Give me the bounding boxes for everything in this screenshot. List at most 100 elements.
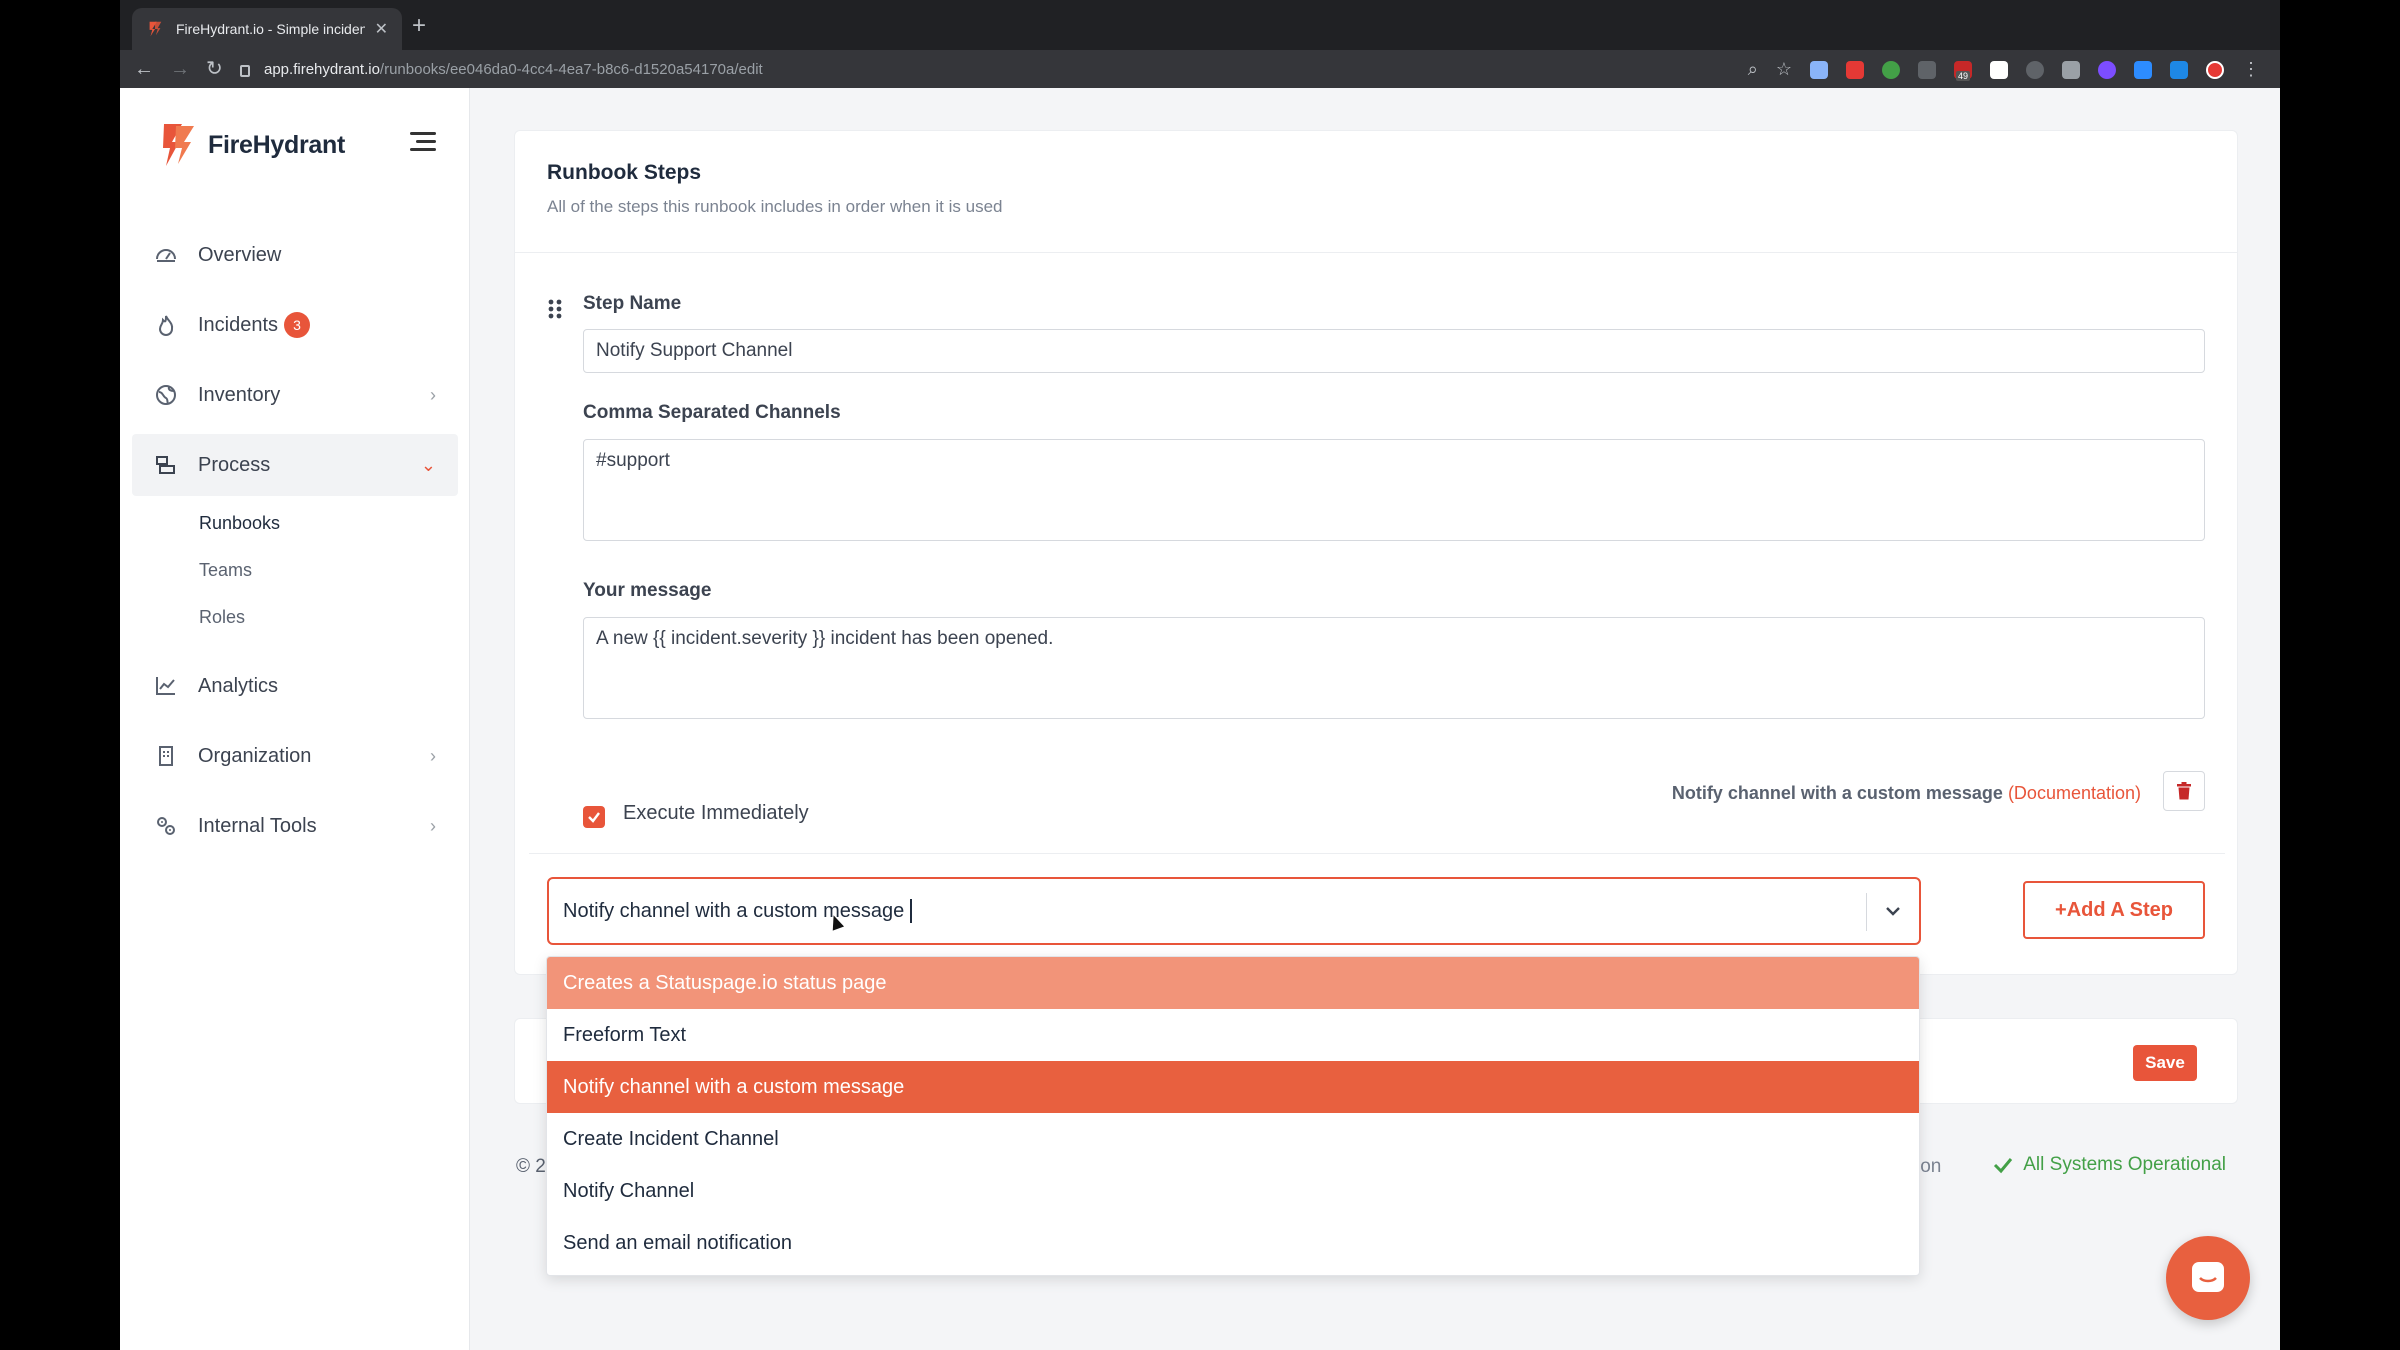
step-type-text: Notify channel with a custom message	[1671, 783, 2003, 803]
system-status[interactable]: All Systems Operational	[1993, 1154, 2226, 1176]
documentation-link[interactable]: (Documentation)	[2008, 783, 2141, 803]
dropdown-option[interactable]: Freeform Text	[547, 1009, 1919, 1061]
zoom-icon[interactable]: ⌕	[1748, 59, 1758, 80]
gauge-icon	[154, 243, 178, 267]
footer-copyright: © 2	[516, 1156, 546, 1177]
url-host: app.firehydrant.io	[264, 60, 380, 78]
sidebar-item-organization[interactable]: Organization ›	[132, 725, 458, 787]
sidebar-item-internal-tools[interactable]: Internal Tools ›	[132, 795, 458, 857]
chevron-right-icon: ›	[430, 745, 436, 766]
runbook-steps-card: Runbook Steps All of the steps this runb…	[514, 130, 2238, 975]
trash-icon	[2177, 782, 2191, 800]
channels-textarea[interactable]: #support	[583, 439, 2205, 541]
execute-immediately-label: Execute Immediately	[623, 802, 809, 824]
message-label: Your message	[583, 580, 712, 601]
lock-icon	[240, 65, 250, 77]
info-icon[interactable]	[2026, 60, 2044, 79]
sidebar-subitem-roles[interactable]: Roles	[199, 594, 458, 641]
extension-icon[interactable]	[1810, 60, 1828, 79]
step-name-label: Step Name	[583, 293, 682, 314]
dropdown-option[interactable]: Notify Channel	[547, 1165, 1919, 1217]
back-icon[interactable]: ←	[134, 56, 154, 82]
sidebar-item-process[interactable]: Process ⌄	[132, 434, 458, 496]
step-type-select[interactable]: Notify channel with a custom message	[547, 877, 1921, 945]
card-header: Runbook Steps All of the steps this runb…	[515, 131, 2237, 253]
sidebar-item-label: Inventory	[198, 383, 281, 406]
building-icon	[154, 744, 178, 768]
new-tab-button[interactable]: +	[412, 12, 426, 40]
sidebar-subitem-runbooks[interactable]: Runbooks	[199, 500, 458, 547]
brand[interactable]: FireHydrant	[154, 120, 345, 170]
extension-icon[interactable]	[2170, 60, 2188, 79]
process-subnav: Runbooks Teams Roles	[132, 500, 458, 641]
chevron-right-icon: ›	[430, 384, 436, 405]
chevron-down-icon: ⌄	[420, 454, 436, 475]
browser-menu-icon[interactable]: ⋮	[2242, 59, 2260, 80]
text-caret	[910, 899, 913, 923]
dropdown-option[interactable]: Send an email notification	[547, 1217, 1919, 1269]
firehydrant-favicon-icon	[149, 21, 162, 37]
extension-icon[interactable]	[2098, 60, 2116, 79]
step-type-dropdown: Creates a Statuspage.io status page Free…	[546, 956, 1920, 1276]
dropdown-option[interactable]: Create Incident Channel	[547, 1113, 1919, 1165]
browser-window: FireHydrant.io - Simple incident ✕ + ← →…	[120, 0, 2280, 1350]
pocket-icon[interactable]	[1918, 60, 1936, 79]
sidebar-item-label: Organization	[198, 744, 312, 767]
browser-toolbar: ← → ↻ app.firehydrant.io/runbooks/ee046d…	[120, 50, 2280, 88]
card-subtitle: All of the steps this runbook includes i…	[547, 197, 1003, 216]
save-button[interactable]: Save	[2133, 1045, 2197, 1081]
browser-tab[interactable]: FireHydrant.io - Simple incident ✕	[132, 8, 402, 50]
extension-icon[interactable]	[1846, 60, 1864, 79]
channels-label: Comma Separated Channels	[583, 402, 841, 423]
extension-icon[interactable]	[1990, 60, 2008, 79]
profile-avatar[interactable]	[2206, 60, 2224, 79]
message-textarea[interactable]: A new {{ incident.severity }} incident h…	[583, 617, 2205, 719]
chat-launcher-button[interactable]	[2166, 1236, 2250, 1320]
sidebar-item-label: Overview	[198, 243, 282, 266]
sidebar-subitem-teams[interactable]: Teams	[199, 547, 458, 594]
sidebar-item-analytics[interactable]: Analytics	[132, 655, 458, 717]
star-icon[interactable]: ☆	[1776, 59, 1792, 80]
step-name-input[interactable]: Notify Support Channel	[583, 329, 2205, 373]
step-type-note: Notify channel with a custom message (Do…	[1672, 783, 2141, 804]
url-path: /runbooks/ee046da0-4cc4-4ea7-b8c6-d1520a…	[379, 60, 763, 78]
sidebar-item-label: Process	[198, 453, 271, 476]
dropdown-option[interactable]: Creates a Statuspage.io status page	[547, 957, 1919, 1009]
process-icon	[154, 453, 178, 477]
firehydrant-logo-icon	[163, 124, 194, 166]
check-icon	[588, 812, 600, 823]
system-status-text: All Systems Operational	[2023, 1154, 2226, 1175]
flame-icon	[154, 313, 178, 337]
tab-close-icon[interactable]: ✕	[375, 19, 388, 39]
delete-step-button[interactable]	[2163, 771, 2205, 811]
globe-icon	[154, 383, 178, 407]
extension-icon[interactable]: 49	[1954, 60, 1972, 81]
sidebar-item-overview[interactable]: Overview	[132, 224, 458, 286]
chevron-down-icon[interactable]	[1881, 899, 1905, 923]
execute-immediately-checkbox[interactable]	[583, 806, 605, 828]
add-step-button[interactable]: +Add A Step	[2023, 881, 2205, 939]
reload-icon[interactable]: ↻	[206, 56, 223, 82]
chat-icon	[2192, 1262, 2224, 1292]
step-type-select-value: Notify channel with a custom message	[563, 899, 905, 922]
dropdown-option-selected[interactable]: Notify channel with a custom message	[547, 1061, 1919, 1113]
sidebar-item-incidents[interactable]: Incidents 3	[132, 294, 458, 356]
drag-handle-icon[interactable]	[547, 298, 563, 320]
checkmark-icon	[1994, 1158, 2013, 1174]
extension-badge: 49	[1956, 70, 1971, 81]
tab-strip: FireHydrant.io - Simple incident ✕ +	[120, 0, 2280, 50]
sidebar-item-inventory[interactable]: Inventory ›	[132, 364, 458, 426]
zoom-app-icon[interactable]	[2134, 60, 2152, 79]
extension-icon[interactable]	[1882, 60, 1900, 79]
forward-icon[interactable]: →	[170, 56, 190, 82]
chevron-right-icon: ›	[430, 815, 436, 836]
sidebar-item-label: Internal Tools	[198, 814, 317, 837]
extension-icon[interactable]	[2062, 60, 2080, 79]
tab-title: FireHydrant.io - Simple incident	[176, 21, 365, 37]
select-separator	[1866, 893, 1867, 931]
chart-icon	[154, 674, 178, 698]
sidebar: FireHydrant Overview Incidents 3 Invento…	[120, 88, 470, 1350]
sidebar-nav: Overview Incidents 3 Inventory › Process…	[132, 224, 458, 865]
extensions-row: ⌕ ☆ 49 ⋮	[1748, 59, 2260, 81]
menu-toggle-icon[interactable]	[410, 132, 436, 152]
